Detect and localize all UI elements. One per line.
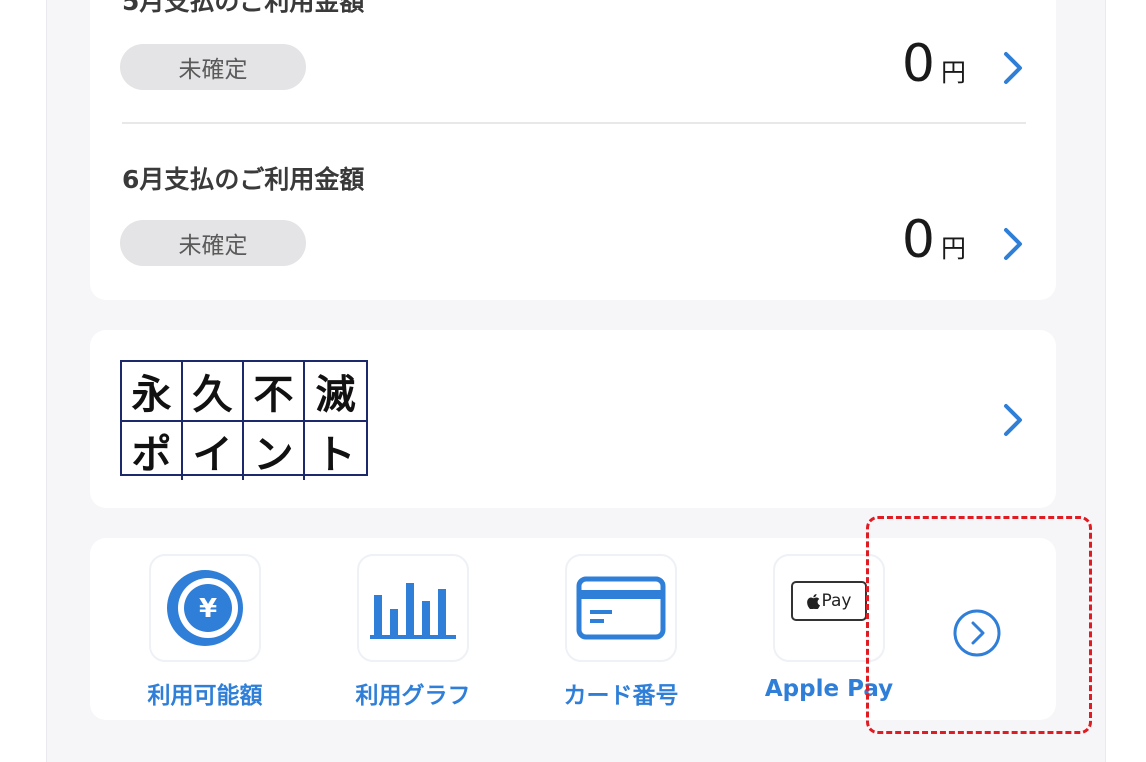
status-badge: 未確定 — [120, 220, 306, 266]
bar-chart-icon — [370, 583, 456, 639]
shortcut-tile[interactable] — [565, 554, 677, 662]
amount-unit: 円 — [940, 58, 966, 87]
logo-char: 滅 — [305, 362, 366, 422]
billing-amount: 0 円 — [902, 38, 966, 90]
eikyufumetsu-points-card[interactable]: 永 久 不 滅 ポ イ ン ト — [90, 330, 1056, 508]
billing-row-may[interactable]: 5月支払のご利用金額 未確定 0 円 — [90, 0, 1056, 120]
row-divider — [122, 122, 1026, 124]
billing-row-june[interactable]: 6月支払のご利用金額 未確定 0 円 — [90, 130, 1056, 280]
billing-card: 5月支払のご利用金額 未確定 0 円 6月支払のご利用金額 未確定 0 円 — [90, 0, 1056, 300]
shortcut-available-amount[interactable]: ¥ 利用可能額 — [120, 554, 290, 714]
chevron-right-icon[interactable] — [998, 400, 1028, 440]
chevron-right-icon[interactable] — [998, 224, 1028, 264]
shortcut-card-number[interactable]: カード番号 — [536, 554, 706, 714]
billing-row-title: 5月支払のご利用金額 — [122, 0, 365, 16]
shortcut-label: 利用可能額 — [147, 683, 263, 709]
logo-char: 久 — [183, 362, 244, 422]
shortcut-label: 利用グラフ — [355, 683, 471, 709]
screen: 5月支払のご利用金額 未確定 0 円 6月支払のご利用金額 未確定 0 円 永 … — [0, 0, 1146, 762]
shortcut-tile[interactable] — [357, 554, 469, 662]
amount-value: 0 — [901, 210, 935, 270]
logo-char: ン — [244, 422, 305, 480]
svg-text:¥: ¥ — [199, 594, 217, 624]
billing-row-title: 6月支払のご利用金額 — [122, 165, 365, 194]
eikyufumetsu-points-logo: 永 久 不 滅 ポ イ ン ト — [120, 360, 368, 480]
logo-char: ト — [315, 431, 356, 478]
status-badge: 未確定 — [120, 44, 306, 90]
apple-logo-icon — [806, 593, 820, 609]
shortcuts-card: ¥ 利用可能額 利用グラフ カード番号 Pay Apple Pay — [90, 538, 1056, 720]
logo-char: イ — [183, 422, 244, 480]
shortcut-apple-pay[interactable]: Pay Apple Pay — [744, 554, 914, 714]
apple-pay-icon: Pay — [791, 581, 867, 621]
shortcut-label: Apple Pay — [764, 676, 894, 702]
shortcut-tile[interactable]: Pay — [773, 554, 885, 662]
logo-char: 不 — [244, 362, 305, 422]
credit-card-icon — [576, 576, 666, 640]
billing-amount: 0 円 — [902, 214, 966, 266]
chevron-right-icon[interactable] — [998, 48, 1028, 88]
shortcut-label: カード番号 — [563, 683, 679, 709]
amount-unit: 円 — [940, 234, 966, 263]
logo-char: 永 — [122, 362, 183, 422]
yen-coin-icon: ¥ — [167, 570, 243, 646]
shortcut-usage-graph[interactable]: 利用グラフ — [328, 554, 498, 714]
logo-char: ポ — [122, 422, 183, 480]
shortcut-tile[interactable]: ¥ — [149, 554, 261, 662]
chevron-circle-right-icon[interactable] — [952, 608, 1002, 658]
apple-pay-icon-text: Pay — [821, 591, 852, 611]
amount-value: 0 — [901, 34, 935, 94]
